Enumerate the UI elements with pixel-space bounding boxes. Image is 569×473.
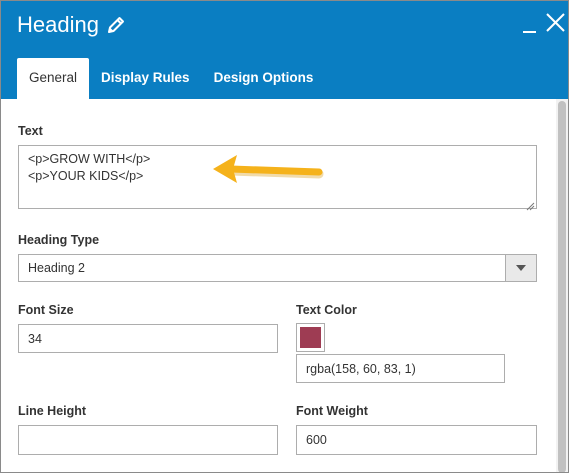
scrollbar[interactable] xyxy=(556,99,568,472)
line-height-input[interactable] xyxy=(18,425,278,455)
chevron-down-icon[interactable] xyxy=(505,255,536,281)
dialog-title: Heading xyxy=(17,12,126,38)
color-swatch-fill xyxy=(300,327,321,348)
resize-grip-icon[interactable] xyxy=(526,198,535,211)
dialog-title-text: Heading xyxy=(17,12,99,37)
font-weight-label: Font Weight xyxy=(296,404,368,418)
line-height-label: Line Height xyxy=(18,404,87,418)
font-size-input[interactable]: 34 xyxy=(18,324,278,353)
font-size-label: Font Size xyxy=(18,303,74,317)
text-color-input[interactable]: rgba(158, 60, 83, 1) xyxy=(296,354,505,383)
tab-display-rules[interactable]: Display Rules xyxy=(89,58,202,99)
scrollbar-thumb[interactable] xyxy=(558,101,566,472)
heading-type-select[interactable]: Heading 2 xyxy=(18,254,537,282)
dialog-header: Heading General Display Rules Design Opt… xyxy=(1,1,568,99)
annotation-arrow-icon xyxy=(213,155,324,183)
text-label: Text xyxy=(18,124,43,138)
minimize-icon[interactable] xyxy=(521,11,543,35)
pencil-icon[interactable] xyxy=(106,15,126,35)
tab-design-options[interactable]: Design Options xyxy=(202,58,326,99)
font-weight-input[interactable]: 600 xyxy=(296,425,537,455)
tab-bar: General Display Rules Design Options xyxy=(17,58,325,99)
text-color-label: Text Color xyxy=(296,303,357,317)
heading-type-value: Heading 2 xyxy=(28,261,85,275)
close-icon[interactable] xyxy=(545,11,567,35)
tab-general[interactable]: General xyxy=(17,58,90,99)
color-swatch[interactable] xyxy=(296,323,325,352)
heading-type-label: Heading Type xyxy=(18,233,100,247)
heading-settings-dialog: Heading General Display Rules Design Opt… xyxy=(0,0,569,473)
